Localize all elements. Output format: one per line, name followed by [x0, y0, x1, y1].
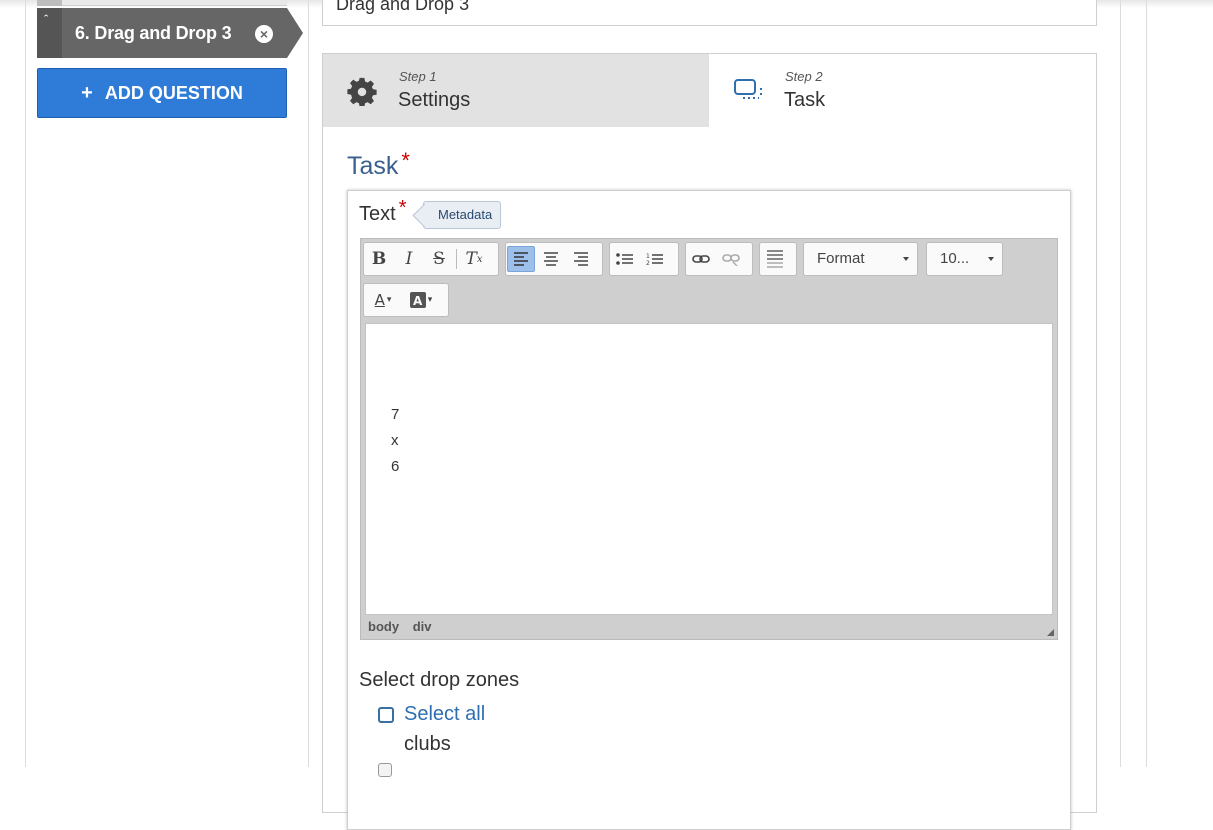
page-right-border: [1120, 0, 1121, 767]
strikethrough-icon[interactable]: S: [425, 246, 453, 272]
step-settings-tab[interactable]: Step 1 Settings: [323, 54, 709, 127]
question-item-active[interactable]: ˆ 6. Drag and Drop 3 ×: [37, 8, 303, 58]
unlink-icon[interactable]: [717, 246, 745, 272]
bulleted-list-icon[interactable]: [611, 246, 639, 272]
text-field-label: Text *: [359, 197, 406, 226]
format-dropdown[interactable]: Format: [803, 242, 918, 276]
select-all-checkbox[interactable]: Select all: [378, 703, 485, 726]
font-size-dropdown-label: 10...: [940, 250, 970, 267]
svg-text:2: 2: [646, 260, 650, 266]
select-all-label: Select all: [404, 703, 486, 725]
title-input-value: Drag and Drop 3: [336, 0, 470, 14]
required-marker: *: [401, 148, 410, 173]
text-color-icon[interactable]: A ▾: [365, 287, 401, 313]
sidebar-separator: [308, 0, 309, 767]
step-task-tab[interactable]: Step 2 Task: [709, 54, 1096, 127]
drop-zones-heading: Select drop zones: [359, 669, 520, 691]
path-div[interactable]: div: [413, 619, 432, 634]
toolbar-alignment: [505, 242, 603, 276]
editor-content-area[interactable]: 7 x 6: [365, 323, 1053, 615]
italic-icon[interactable]: I: [395, 246, 423, 272]
task-fieldset: Text * Metadata B I S Tx 1 2 Format 10..…: [347, 190, 1071, 830]
align-center-icon[interactable]: [537, 246, 565, 272]
text-label: Text: [359, 203, 396, 225]
horizontal-rule-icon[interactable]: [761, 246, 789, 272]
step1-label: Settings: [398, 89, 471, 111]
question-item-label: 6. Drag and Drop 3: [75, 23, 232, 43]
toolbar-colors: A ▾ A ▾: [363, 283, 449, 317]
gear-icon: [347, 77, 377, 106]
numbered-list-icon[interactable]: 12: [641, 246, 669, 272]
checkbox-icon: [378, 706, 394, 723]
task-heading: Task *: [347, 148, 410, 181]
metadata-button[interactable]: Metadata: [423, 201, 502, 229]
svg-text:1: 1: [646, 253, 650, 260]
caret-down-icon: [988, 257, 994, 261]
plus-icon: +: [81, 81, 93, 104]
format-dropdown-label: Format: [817, 250, 865, 267]
wizard-steps: Step 1 Settings Step 2 Task: [323, 54, 1096, 127]
remove-format-icon[interactable]: Tx: [460, 246, 488, 272]
previous-question-item[interactable]: [37, 0, 287, 6]
title-input[interactable]: Drag and Drop 3: [322, 0, 1097, 26]
font-size-dropdown[interactable]: 10...: [926, 242, 1003, 276]
bold-icon[interactable]: B: [365, 246, 393, 272]
toolbar-links: [685, 242, 753, 276]
add-question-label: ADD QUESTION: [104, 82, 243, 103]
step1-number: Step 1: [399, 69, 437, 84]
question-collapse-handle[interactable]: ˆ: [37, 8, 62, 58]
content-line: 7: [391, 406, 400, 423]
drop-zone-option-label: clubs: [404, 733, 451, 755]
toolbar-basic-styles: B I S Tx: [363, 242, 499, 276]
caret-down-icon: [903, 257, 909, 261]
content-line: 6: [391, 458, 400, 475]
step2-label: Task: [784, 89, 826, 111]
toolbar-hr: [759, 242, 797, 276]
editor-content: 7 x 6: [391, 402, 399, 480]
background-color-icon[interactable]: A ▾: [403, 287, 439, 313]
path-body[interactable]: body: [368, 619, 399, 634]
add-question-button[interactable]: + ADD QUESTION: [37, 68, 287, 118]
align-right-icon[interactable]: [567, 246, 595, 272]
align-left-icon[interactable]: [507, 246, 535, 272]
rich-text-editor: B I S Tx 1 2 Format 10... A ▾ A ▾ 7 x 6 …: [360, 238, 1058, 640]
resize-handle-icon[interactable]: [1047, 629, 1054, 636]
scroll-track-border: [1146, 0, 1147, 767]
toolbar-lists: 12: [609, 242, 679, 276]
content-line: x: [391, 432, 399, 449]
drop-zone-checkbox[interactable]: [378, 763, 392, 777]
chevron-up-icon: ˆ: [44, 12, 49, 27]
drag-drop-icon: [734, 79, 762, 99]
task-heading-text: Task: [347, 152, 399, 180]
wizard-panel: Step 1 Settings Step 2 Task Task * Text * …: [322, 53, 1097, 830]
remove-question-icon[interactable]: ×: [255, 25, 273, 43]
svg-text:A: A: [413, 294, 423, 308]
link-icon[interactable]: [687, 246, 715, 272]
toolbar-separator: [456, 249, 457, 269]
page-left-border: [25, 0, 26, 767]
step2-number: Step 2: [785, 69, 823, 84]
element-path-bar: body div: [368, 619, 441, 634]
required-marker: *: [398, 197, 407, 219]
